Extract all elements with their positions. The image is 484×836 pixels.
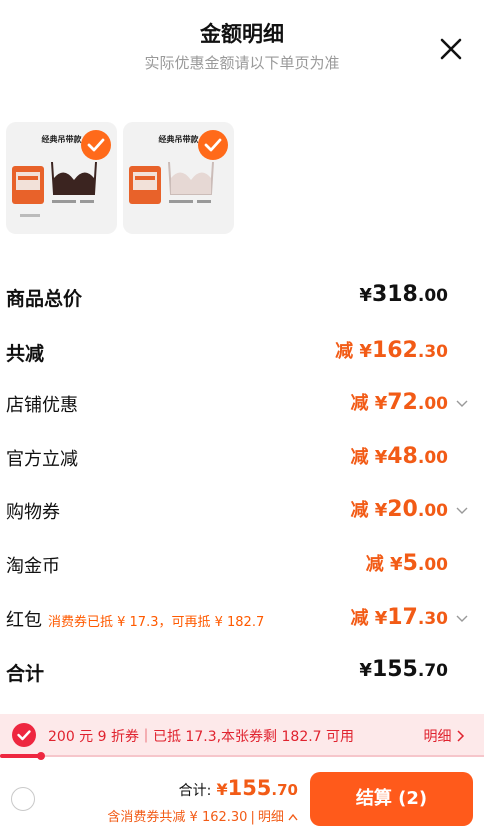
chevron-down-icon[interactable] xyxy=(456,504,468,516)
selected-check-icon xyxy=(81,130,111,160)
row-taojinbi: 淘金币 减 ¥5.00 xyxy=(0,544,484,584)
row-store-discount[interactable]: 店铺优惠 减 ¥72.00 xyxy=(0,383,484,423)
coupon-detail-link[interactable]: 明细 xyxy=(424,726,466,746)
row-label: 红包 消费券已抵 ¥ 17.3，可再抵 ¥ 182.7 xyxy=(6,610,265,631)
close-icon[interactable] xyxy=(438,36,464,62)
row-total-discount: 共减 减 ¥162.30 xyxy=(0,331,484,371)
chevron-right-icon xyxy=(457,730,465,742)
bra-icon xyxy=(168,161,214,195)
coupon-text: 200 元 9 折券｜已抵 17.3,本张券剩 182.7 可用 xyxy=(48,729,355,745)
row-amount: 减 ¥162.30 xyxy=(335,338,448,363)
row-label: 商品总价 xyxy=(6,288,83,310)
chevron-up-icon xyxy=(288,813,298,821)
progress-track xyxy=(0,755,484,757)
row-shopping-voucher[interactable]: 购物券 减 ¥20.00 xyxy=(0,490,484,530)
total-decimal: .70 xyxy=(271,781,298,799)
chevron-down-icon[interactable] xyxy=(456,397,468,409)
row-label: 共减 xyxy=(6,343,45,365)
row-amount: 减 ¥17.30 xyxy=(350,605,448,630)
selected-check-icon xyxy=(198,130,228,160)
total-integer: 155 xyxy=(227,776,272,800)
progress-knob xyxy=(37,752,46,760)
row-red-packet[interactable]: 红包 消费券已抵 ¥ 17.3，可再抵 ¥ 182.7 减 ¥17.30 xyxy=(0,598,484,638)
row-amount: 减 ¥72.00 xyxy=(350,390,448,415)
row-label: 购物券 xyxy=(6,502,60,523)
gift-box-icon xyxy=(129,166,161,204)
checkout-button[interactable]: 结算 (2) xyxy=(310,772,473,826)
product-thumbnail[interactable]: 经典吊带款 xyxy=(6,122,117,234)
row-label: 官方立减 xyxy=(6,449,78,470)
summary-detail-link[interactable]: 明细 xyxy=(258,810,284,825)
checkout-footer: 合计: ¥155.70 含消费券共减 ¥ 162.30 | 明细 结算 (2) xyxy=(0,762,484,836)
row-amount: 减 ¥20.00 xyxy=(350,497,448,522)
row-amount: 减 ¥5.00 xyxy=(365,551,448,576)
total-currency: ¥ xyxy=(216,780,228,799)
total-label: 合计: xyxy=(178,783,212,799)
chevron-down-icon[interactable] xyxy=(456,612,468,624)
product-thumbnail[interactable]: 经典吊带款 xyxy=(123,122,234,234)
coupon-bar[interactable]: 200 元 9 折券｜已抵 17.3,本张券剩 182.7 可用 明细 xyxy=(0,714,484,756)
select-all-radio[interactable] xyxy=(11,787,35,811)
row-label: 合计 xyxy=(6,663,45,685)
red-packet-note: 消费券已抵 ¥ 17.3，可再抵 ¥ 182.7 xyxy=(48,615,265,630)
row-amount: ¥318.00 xyxy=(359,282,448,307)
gift-box-icon xyxy=(12,166,44,204)
row-goods-total: 商品总价 ¥318.00 xyxy=(0,276,484,316)
coupon-progress xyxy=(0,752,484,760)
discount-summary-text: 含消费券共减 ¥ 162.30 xyxy=(107,810,248,825)
row-total: 合计 ¥155.70 xyxy=(0,651,484,691)
row-official-discount: 官方立减 减 ¥48.00 xyxy=(0,437,484,477)
row-label: 店铺优惠 xyxy=(6,395,78,416)
bra-icon xyxy=(51,161,97,195)
sheet-header: 金额明细 实际优惠金额请以下单页为准 xyxy=(0,0,484,100)
page-subtitle: 实际优惠金额请以下单页为准 xyxy=(144,54,340,72)
row-amount: 减 ¥48.00 xyxy=(350,444,448,469)
footer-discount-summary[interactable]: 含消费券共减 ¥ 162.30 | 明细 xyxy=(107,806,298,825)
progress-fill xyxy=(0,754,42,758)
coupon-check-icon[interactable] xyxy=(12,723,36,747)
footer-total: 合计: ¥155.70 xyxy=(179,776,298,800)
page-title: 金额明细 xyxy=(200,22,284,46)
row-label: 淘金币 xyxy=(6,556,60,577)
row-amount: ¥155.70 xyxy=(359,657,448,682)
